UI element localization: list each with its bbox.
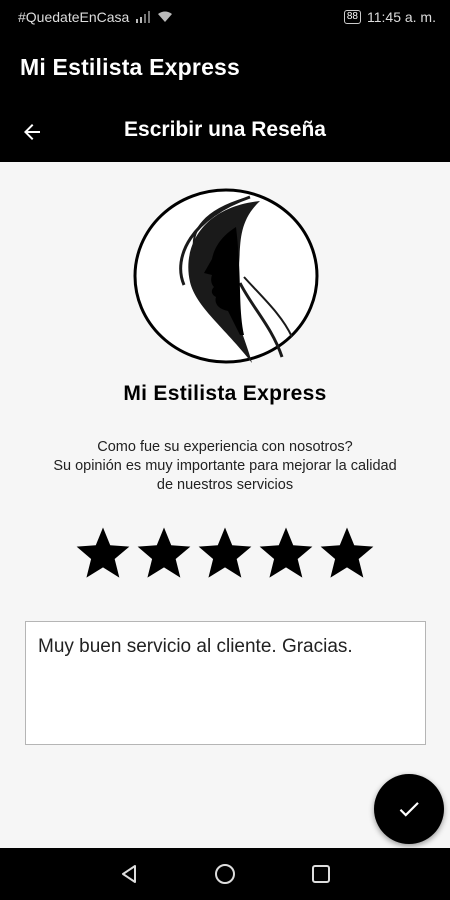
star-icon[interactable] — [319, 524, 375, 580]
app-bar: Mi Estilista Express Escribir una Reseña — [0, 34, 450, 162]
triangle-back-icon — [122, 865, 136, 883]
star-icon[interactable] — [197, 524, 253, 580]
review-form: Mi Estilista Express Como fue su experie… — [0, 162, 450, 848]
circle-home-icon — [215, 864, 235, 884]
check-icon — [399, 802, 419, 817]
screen-title: Escribir una Reseña — [124, 118, 326, 141]
nav-recents-button[interactable] — [307, 860, 335, 888]
star-icon[interactable] — [258, 524, 314, 580]
review-prompt: Como fue su experiencia con nosotros? Su… — [0, 438, 450, 495]
submit-review-button[interactable] — [374, 774, 444, 844]
app-title: Mi Estilista Express — [20, 54, 241, 80]
prompt-line-2: Su opinión es muy importante para mejora… — [53, 458, 397, 474]
prompt-line-3: de nuestros servicios — [156, 477, 294, 493]
signal-icon — [136, 11, 151, 23]
square-recents-icon — [312, 865, 330, 883]
nav-back-button[interactable] — [115, 860, 143, 888]
star-icon[interactable] — [75, 524, 131, 580]
star-rating — [75, 524, 375, 584]
prompt-line-1: Como fue su experiencia con nosotros? — [97, 439, 353, 455]
status-time: 11:45 a. m. — [366, 9, 436, 25]
nav-home-button[interactable] — [211, 860, 239, 888]
brand-name: Mi Estilista Express — [123, 382, 327, 405]
status-hashtag: #QuedateEnCasa — [18, 9, 130, 25]
status-left: #QuedateEnCasa — [18, 9, 173, 25]
salon-logo — [133, 188, 319, 364]
system-nav-bar — [0, 848, 450, 900]
status-bar: #QuedateEnCasa 88 11:45 a. m. — [0, 0, 450, 34]
battery-icon: 88 — [343, 10, 361, 24]
status-right: 88 11:45 a. m. — [343, 9, 436, 25]
wifi-icon — [158, 11, 173, 22]
star-icon[interactable] — [136, 524, 192, 580]
review-text-field[interactable]: Muy buen servicio al cliente. Gracias. — [25, 621, 426, 745]
